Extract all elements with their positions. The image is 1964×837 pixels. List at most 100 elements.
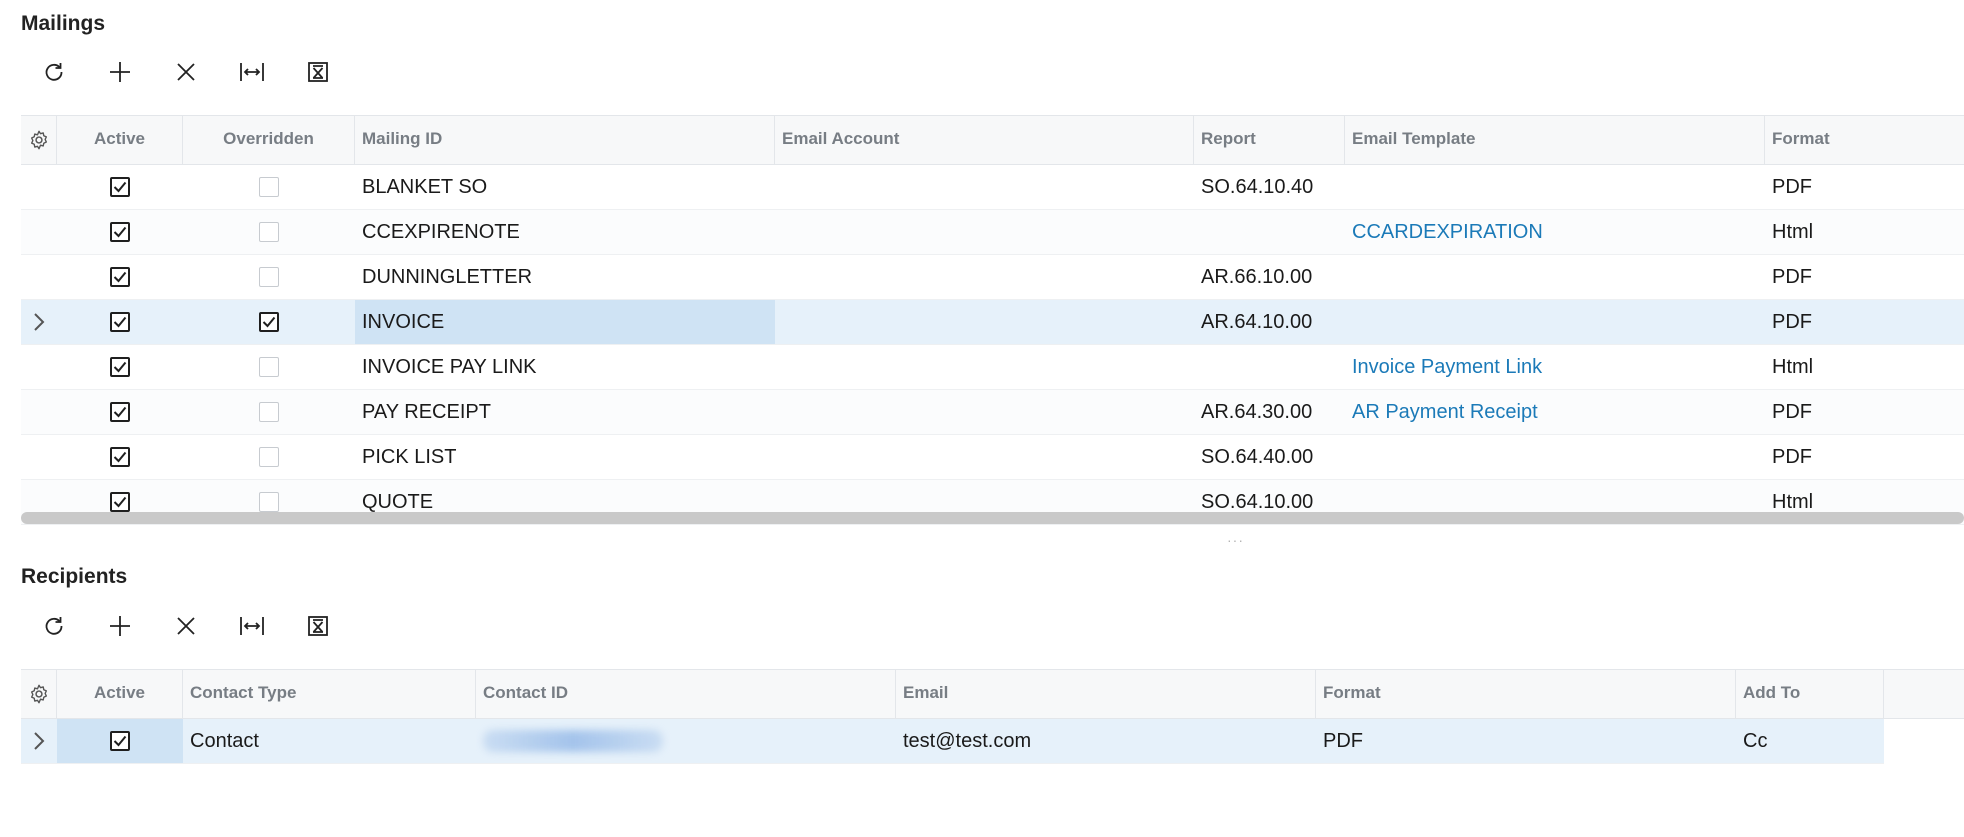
active-checkbox[interactable] — [110, 222, 130, 242]
report-cell[interactable]: AR.64.10.00 — [1194, 300, 1345, 344]
active-checkbox[interactable] — [110, 447, 130, 467]
mailing-id-cell[interactable]: BLANKET SO — [355, 165, 775, 209]
recipients-fit-columns-button[interactable] — [219, 604, 285, 648]
row-selector[interactable] — [21, 435, 57, 479]
email-template-link[interactable] — [1345, 255, 1765, 299]
export-excel-button[interactable] — [285, 50, 351, 94]
delete-row-button[interactable] — [153, 50, 219, 94]
active-cell[interactable] — [57, 345, 183, 389]
email-template-link[interactable] — [1345, 165, 1765, 209]
format-cell[interactable]: PDF — [1765, 165, 1964, 209]
active-checkbox[interactable] — [110, 177, 130, 197]
column-header-contact-type[interactable]: Contact Type — [183, 670, 476, 718]
email-account-cell[interactable] — [775, 390, 1194, 434]
column-header-format[interactable]: Format — [1316, 670, 1736, 718]
email-template-link[interactable]: AR Payment Receipt — [1345, 390, 1765, 434]
recipients-refresh-button[interactable] — [21, 604, 87, 648]
active-cell[interactable] — [57, 719, 183, 763]
column-header-email[interactable]: Email — [896, 670, 1316, 718]
column-header-overridden[interactable]: Overridden — [183, 116, 355, 164]
overridden-cell[interactable] — [183, 300, 355, 344]
report-cell[interactable]: SO.64.10.40 — [1194, 165, 1345, 209]
mailings-horizontal-scrollbar[interactable] — [21, 512, 1964, 524]
overridden-cell[interactable] — [183, 435, 355, 479]
contact-id-cell[interactable] — [476, 719, 896, 763]
row-selector[interactable] — [21, 390, 57, 434]
format-cell[interactable]: PDF — [1316, 719, 1736, 763]
table-row[interactable]: PAY RECEIPT AR.64.30.00 AR Payment Receipt… — [21, 390, 1964, 435]
column-settings-button[interactable] — [21, 116, 57, 164]
active-cell[interactable] — [57, 300, 183, 344]
active-checkbox[interactable] — [110, 267, 130, 287]
overridden-cell[interactable] — [183, 390, 355, 434]
mailing-id-cell[interactable]: INVOICE PAY LINK — [355, 345, 775, 389]
overridden-checkbox[interactable] — [259, 357, 279, 377]
active-checkbox[interactable] — [110, 357, 130, 377]
recipients-export-excel-button[interactable] — [285, 604, 351, 648]
column-header-mailing-id[interactable]: Mailing ID — [355, 116, 775, 164]
table-row[interactable]: DUNNINGLETTER AR.66.10.00 PDF — [21, 255, 1964, 300]
overridden-checkbox[interactable] — [259, 447, 279, 467]
row-selector[interactable] — [21, 210, 57, 254]
table-row[interactable]: PICK LIST SO.64.40.00 PDF — [21, 435, 1964, 480]
overridden-checkbox[interactable] — [259, 492, 279, 512]
report-cell[interactable] — [1194, 345, 1345, 389]
active-checkbox[interactable] — [110, 492, 130, 512]
recipients-add-row-button[interactable] — [87, 604, 153, 648]
fit-columns-button[interactable] — [219, 50, 285, 94]
column-header-email-account[interactable]: Email Account — [775, 116, 1194, 164]
row-selector[interactable] — [21, 300, 57, 344]
email-account-cell[interactable] — [775, 165, 1194, 209]
row-selector[interactable] — [21, 165, 57, 209]
email-account-cell[interactable] — [775, 345, 1194, 389]
mailing-id-cell[interactable]: CCEXPIRENOTE — [355, 210, 775, 254]
column-header-report[interactable]: Report — [1194, 116, 1345, 164]
row-selector[interactable] — [21, 345, 57, 389]
splitter-handle[interactable]: ··· — [1227, 532, 1247, 548]
overridden-checkbox[interactable] — [259, 402, 279, 422]
email-account-cell[interactable] — [775, 255, 1194, 299]
report-cell[interactable]: AR.64.30.00 — [1194, 390, 1345, 434]
report-cell[interactable] — [1194, 210, 1345, 254]
report-cell[interactable]: AR.66.10.00 — [1194, 255, 1345, 299]
email-template-link[interactable] — [1345, 300, 1765, 344]
column-header-contact-id[interactable]: Contact ID — [476, 670, 896, 718]
active-cell[interactable] — [57, 210, 183, 254]
format-cell[interactable]: PDF — [1765, 255, 1964, 299]
email-cell[interactable]: test@test.com — [896, 719, 1316, 763]
mailing-id-cell[interactable]: PAY RECEIPT — [355, 390, 775, 434]
table-row[interactable]: INVOICE PAY LINK Invoice Payment Link Html — [21, 345, 1964, 390]
overridden-checkbox[interactable] — [259, 222, 279, 242]
mailing-id-cell[interactable]: DUNNINGLETTER — [355, 255, 775, 299]
format-cell[interactable]: Html — [1765, 345, 1964, 389]
column-header-email-template[interactable]: Email Template — [1345, 116, 1765, 164]
column-header-active[interactable]: Active — [57, 670, 183, 718]
table-row[interactable]: INVOICE AR.64.10.00 PDF — [21, 300, 1964, 345]
column-header-format[interactable]: Format — [1765, 116, 1964, 164]
add-row-button[interactable] — [87, 50, 153, 94]
overridden-checkbox[interactable] — [259, 177, 279, 197]
table-row[interactable]: Contact test@test.com PDF Cc — [21, 719, 1884, 764]
add-to-cell[interactable]: Cc — [1736, 719, 1884, 763]
table-row[interactable]: BLANKET SO SO.64.10.40 PDF — [21, 165, 1964, 210]
overridden-cell[interactable] — [183, 255, 355, 299]
format-cell[interactable]: PDF — [1765, 390, 1964, 434]
row-selector[interactable] — [21, 255, 57, 299]
email-template-link[interactable]: Invoice Payment Link — [1345, 345, 1765, 389]
overridden-cell[interactable] — [183, 345, 355, 389]
recipients-delete-row-button[interactable] — [153, 604, 219, 648]
overridden-cell[interactable] — [183, 210, 355, 254]
overridden-checkbox[interactable] — [259, 267, 279, 287]
refresh-button[interactable] — [21, 50, 87, 94]
active-cell[interactable] — [57, 390, 183, 434]
mailing-id-cell[interactable]: INVOICE — [355, 300, 775, 344]
active-checkbox[interactable] — [110, 312, 130, 332]
contact-type-cell[interactable]: Contact — [183, 719, 476, 763]
format-cell[interactable]: PDF — [1765, 435, 1964, 479]
format-cell[interactable]: PDF — [1765, 300, 1964, 344]
overridden-checkbox[interactable] — [259, 312, 279, 332]
email-account-cell[interactable] — [775, 210, 1194, 254]
active-checkbox[interactable] — [110, 731, 130, 751]
email-template-link[interactable] — [1345, 435, 1765, 479]
recipients-column-settings-button[interactable] — [21, 670, 57, 718]
